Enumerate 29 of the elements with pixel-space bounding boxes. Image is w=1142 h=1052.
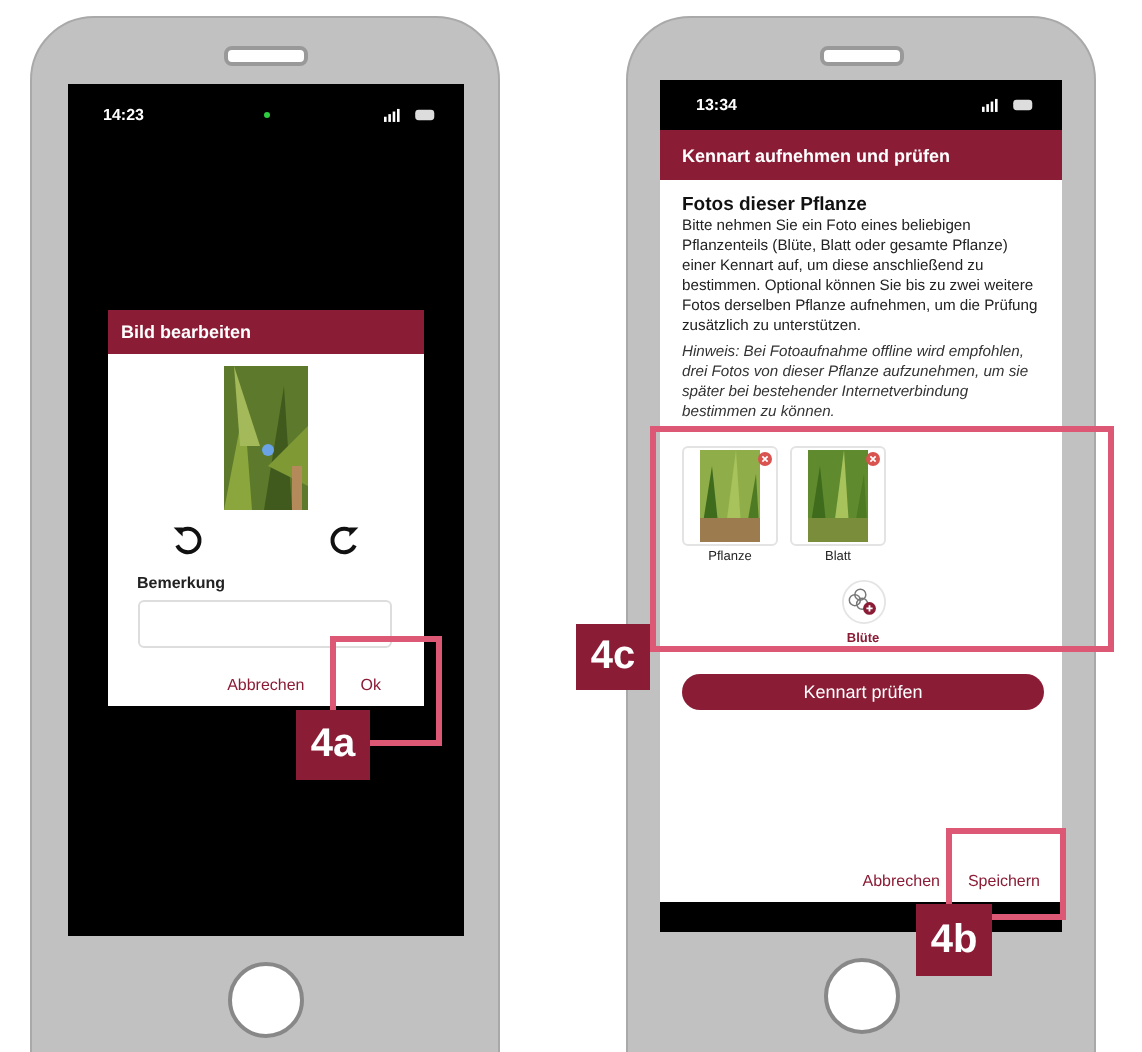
- field-label: Bemerkung: [137, 574, 226, 592]
- app-header: Kennart aufnehmen und prüfen: [660, 130, 1062, 180]
- status-icons: [383, 107, 435, 121]
- footer-button[interactable]: Abbrechen: [862, 872, 940, 890]
- home-button[interactable]: [227, 962, 303, 1038]
- footer-button[interactable]: Speichern: [967, 872, 1040, 890]
- rotate-right-icon[interactable]: [325, 522, 361, 558]
- remove-icon[interactable]: [758, 452, 772, 466]
- remove-icon[interactable]: [866, 452, 880, 466]
- rotate-left-icon[interactable]: [169, 522, 205, 558]
- dialog-title: Bild bearbeiten: [107, 310, 423, 354]
- add-flower-icon[interactable]: [841, 580, 885, 624]
- callout-label: 4c: [576, 624, 650, 690]
- dialog-button[interactable]: Ok: [360, 676, 381, 694]
- status-icons: [982, 98, 1034, 112]
- status-time: 13:34: [696, 96, 737, 114]
- status-time: 14:23: [103, 105, 144, 123]
- photo-card[interactable]: [790, 446, 886, 546]
- remark-field[interactable]: [138, 600, 392, 648]
- callout-label: 4a: [296, 710, 370, 780]
- check-button[interactable]: Kennart prüfen: [682, 674, 1044, 710]
- speaker-slot: [223, 46, 307, 66]
- photo-card[interactable]: [682, 446, 778, 546]
- dialog-button[interactable]: Abbrechen: [227, 676, 305, 694]
- indicator-icon: [263, 111, 270, 117]
- home-button[interactable]: [823, 958, 899, 1034]
- speaker-slot: [819, 46, 903, 66]
- section-title: Fotos dieser Pflanze: [682, 194, 869, 216]
- callout-label: 4b: [916, 904, 992, 976]
